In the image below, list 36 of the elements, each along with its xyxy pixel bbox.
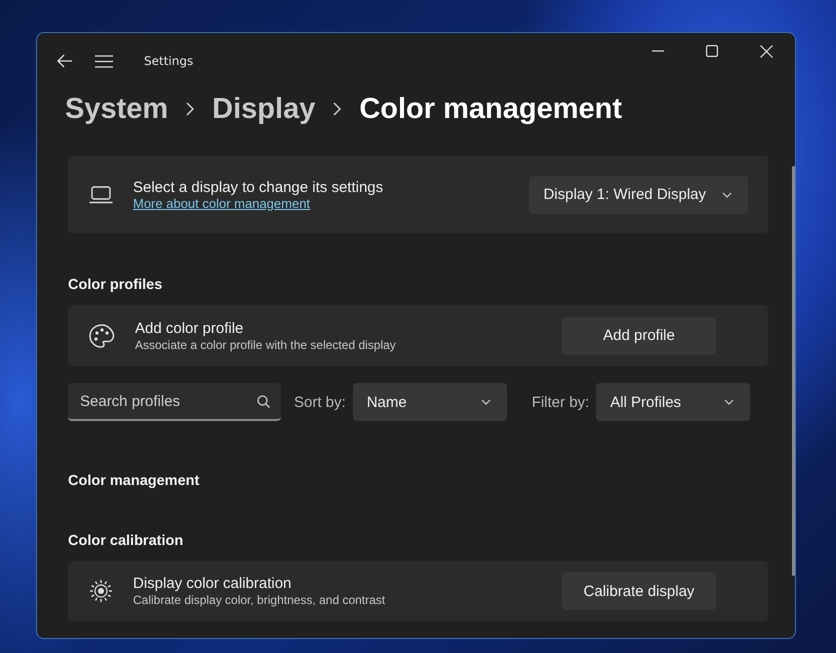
chevron-down-icon — [480, 399, 491, 405]
section-heading: Color profiles — [68, 276, 164, 294]
close-icon[interactable] — [760, 44, 773, 58]
scrollbar[interactable] — [792, 166, 795, 576]
color-management-link[interactable]: More about color management — [133, 196, 310, 210]
row-description: Calibrate display color, brightness, and contrast — [133, 593, 386, 607]
search-field[interactable]: Search profiles — [68, 383, 281, 421]
filter-label: Filter by: — [532, 394, 590, 410]
section-heading: Color management — [68, 472, 200, 490]
maximize-icon[interactable] — [706, 45, 718, 57]
calibrate-display-button[interactable]: Calibrate display — [562, 572, 716, 610]
display-dropdown[interactable]: Display 1: Wired Display — [529, 176, 748, 214]
row-title: Add color profile — [135, 320, 244, 336]
chevron-right-icon — [186, 102, 194, 116]
calibration-icon — [89, 579, 113, 603]
back-arrow-icon[interactable] — [57, 54, 73, 68]
section-heading: Color calibration — [68, 532, 184, 550]
laptop-icon — [89, 186, 113, 204]
sort-label: Sort by: — [294, 394, 346, 410]
row-title: Display color calibration — [133, 575, 292, 592]
chevron-down-icon — [724, 399, 734, 405]
breadcrumb-item[interactable]: Display — [212, 92, 316, 126]
chevron-right-icon — [333, 102, 342, 116]
search-icon — [257, 395, 270, 408]
display-prompt: Select a display to change its settings — [133, 178, 384, 196]
add-profile-button[interactable]: Add profile — [562, 316, 716, 354]
breadcrumb-item: Color management — [359, 92, 622, 126]
window-title: Settings — [144, 54, 194, 68]
menu-icon[interactable] — [95, 54, 113, 68]
palette-icon — [89, 324, 115, 348]
chevron-down-icon — [722, 192, 732, 198]
sort-dropdown[interactable]: Name — [352, 383, 507, 421]
minimize-icon[interactable] — [652, 50, 664, 52]
row-description: Associate a color profile with the selected display — [135, 338, 397, 352]
filter-dropdown[interactable]: All Profiles — [596, 383, 750, 421]
breadcrumb-item[interactable]: System — [65, 92, 168, 126]
